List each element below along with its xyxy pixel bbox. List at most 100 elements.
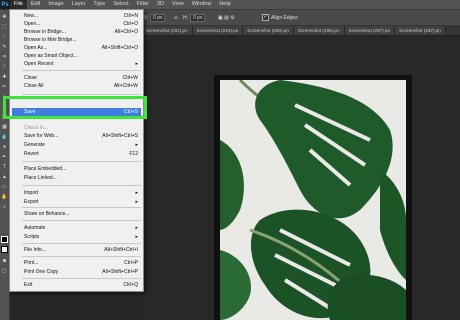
background-color-swatch[interactable]	[1, 246, 8, 253]
width-field[interactable]: W: 0 px	[142, 13, 166, 22]
dodge-tool-icon[interactable]: ●	[1, 144, 8, 151]
menu-item-label: Print...	[24, 260, 39, 266]
document-image[interactable]	[220, 80, 406, 320]
menu-item-shortcut: Alt+Shift+Ctrl+I	[104, 247, 138, 253]
menu-separator	[22, 185, 141, 186]
tab-document[interactable]: Screenshot (296).pn	[293, 26, 345, 35]
menu-item-import[interactable]: Import ▸	[10, 189, 143, 197]
menu-item-label: Place Linked...	[24, 175, 57, 181]
hand-tool-icon[interactable]: ✋	[1, 194, 8, 201]
lasso-tool-icon[interactable]: ◌	[1, 34, 8, 41]
type-tool-icon[interactable]: T	[1, 164, 8, 171]
width-input[interactable]: 0 px	[150, 13, 166, 22]
menu-item-shortcut: Ctrl+N	[123, 13, 138, 19]
menu-item-open-recent[interactable]: Open Recent ▸	[10, 60, 143, 68]
menu-file[interactable]: File	[10, 0, 27, 9]
document-tabs: Screenshot (291).pn Screenshot (294).pn …	[142, 26, 460, 36]
file-menu-dropdown: New... Ctrl+N Open... Ctrl+O Browse in B…	[9, 9, 144, 292]
menu-layer[interactable]: Layer	[68, 0, 90, 9]
menu-item-close[interactable]: Close Ctrl+W	[10, 74, 143, 82]
shape-tool-icon[interactable]: ▭	[1, 184, 8, 191]
menu-item-browse-bridge[interactable]: Browse in Bridge... Alt+Ctrl+O	[10, 28, 143, 36]
gradient-tool-icon[interactable]: ▦	[1, 124, 8, 131]
menu-item-label: Open...	[24, 21, 41, 27]
path-ops-icon[interactable]: ▣ ▤ ⚙	[218, 14, 235, 21]
foreground-color-swatch[interactable]	[1, 236, 8, 243]
menu-item-open-as[interactable]: Open As... Alt+Shift+Ctrl+O	[10, 44, 143, 52]
healing-tool-icon[interactable]: ✚	[1, 74, 8, 81]
screen-mode-icon[interactable]: ▢	[1, 268, 8, 275]
menu-separator	[22, 278, 141, 279]
menu-separator	[22, 243, 141, 244]
marquee-tool-icon[interactable]: ⬚	[1, 24, 8, 31]
height-field[interactable]: H: 0 px	[183, 13, 206, 22]
menu-item-label: Browse in Mini Bridge...	[24, 37, 77, 43]
menu-3d[interactable]: 3D	[153, 0, 168, 9]
menu-window[interactable]: Window	[188, 0, 216, 9]
tab-document[interactable]: Screenshot (297).pn	[344, 26, 396, 35]
menu-item-place-linked[interactable]: Place Linked...	[10, 174, 143, 182]
photoshop-logo: Ps	[0, 0, 10, 9]
menu-item-shortcut: Ctrl+W	[122, 75, 138, 81]
pen-tool-icon[interactable]: ✒	[1, 154, 8, 161]
blur-tool-icon[interactable]: 💧	[1, 134, 8, 141]
menu-item-label: Close	[24, 75, 37, 81]
quick-mask-icon[interactable]: ◙	[1, 258, 8, 265]
path-select-tool-icon[interactable]: ▲	[1, 174, 8, 181]
menu-item-label: Print One Copy	[24, 269, 59, 275]
menu-item-label: Check In...	[24, 125, 48, 131]
height-input[interactable]: 0 px	[190, 13, 206, 22]
tab-document[interactable]: Screenshot (291).pn	[142, 26, 193, 35]
menu-item-print-one-copy[interactable]: Print One Copy Alt+Shift+Ctrl+P	[10, 268, 143, 276]
menu-item-label: Place Embedded...	[24, 166, 67, 172]
menu-item-export[interactable]: Export ▸	[10, 198, 143, 206]
menu-filter[interactable]: Filter	[133, 0, 153, 9]
menu-item-label: Exit	[24, 282, 33, 288]
tab-document[interactable]: Screenshot (290).pn	[243, 26, 294, 35]
menu-item-share-behance[interactable]: Share on Behance...	[10, 210, 143, 218]
menu-item-revert[interactable]: Revert F12	[10, 150, 143, 158]
menu-item-shortcut: Ctrl+O	[123, 21, 138, 27]
link-icon[interactable]: ∞	[174, 14, 178, 21]
menu-item-open-smart-object[interactable]: Open as Smart Object...	[10, 52, 143, 60]
menu-item-open[interactable]: Open... Ctrl+O	[10, 20, 143, 28]
submenu-arrow-icon: ▸	[135, 234, 138, 240]
menu-item-close-all[interactable]: Close All Alt+Ctrl+W	[10, 82, 143, 90]
tab-document[interactable]: Screenshot (287).pn	[395, 26, 446, 35]
menu-item-automate[interactable]: Automate ▸	[10, 224, 143, 232]
menu-item-shortcut: Ctrl+P	[123, 260, 138, 266]
brush-tool-icon[interactable]: ✏	[1, 84, 8, 91]
menu-item-label: Share on Behance...	[24, 211, 70, 217]
menu-item-file-info[interactable]: File Info... Alt+Shift+Ctrl+I	[10, 246, 143, 254]
menu-select[interactable]: Select	[109, 0, 132, 9]
menu-item-label: Export	[24, 199, 39, 205]
crop-tool-icon[interactable]: ⌗	[1, 54, 8, 61]
menu-item-label: Close All	[24, 83, 44, 89]
monstera-leaves-image	[220, 80, 406, 320]
zoom-tool-icon[interactable]: ⌕	[1, 204, 8, 211]
menu-image[interactable]: Image	[44, 0, 67, 9]
menu-item-label: Browse in Bridge...	[24, 29, 66, 35]
menu-help[interactable]: Help	[215, 0, 234, 9]
menu-type[interactable]: Type	[89, 0, 109, 9]
menu-edit[interactable]: Edit	[27, 0, 44, 9]
menu-item-generate[interactable]: Generate ▸	[10, 141, 143, 149]
menu-item-scripts[interactable]: Scripts ▸	[10, 233, 143, 241]
menu-item-exit[interactable]: Exit Ctrl+Q	[10, 281, 143, 289]
menu-item-print[interactable]: Print... Ctrl+P	[10, 259, 143, 267]
menu-view[interactable]: View	[168, 0, 188, 9]
menu-item-place-embedded[interactable]: Place Embedded...	[10, 165, 143, 173]
menu-separator	[22, 70, 141, 71]
move-tool-icon[interactable]: ✥	[1, 14, 8, 21]
eyedropper-tool-icon[interactable]: ⁄	[1, 64, 8, 71]
menu-item-save-for-web[interactable]: Save for Web... Alt+Shift+Ctrl+S	[10, 132, 143, 140]
submenu-arrow-icon: ▸	[135, 190, 138, 196]
align-edges-checkbox[interactable]: ✓	[262, 14, 269, 21]
menu-item-browse-mini-bridge[interactable]: Browse in Mini Bridge...	[10, 36, 143, 44]
menu-item-shortcut: Alt+Ctrl+W	[113, 83, 138, 89]
quick-select-tool-icon[interactable]: ✎	[1, 44, 8, 51]
tab-document[interactable]: Screenshot (294).pn	[192, 26, 244, 35]
align-edges-label: Align Edges	[271, 14, 298, 21]
menu-item-new[interactable]: New... Ctrl+N	[10, 12, 143, 20]
align-edges-option[interactable]: ✓ Align Edges	[262, 14, 298, 21]
